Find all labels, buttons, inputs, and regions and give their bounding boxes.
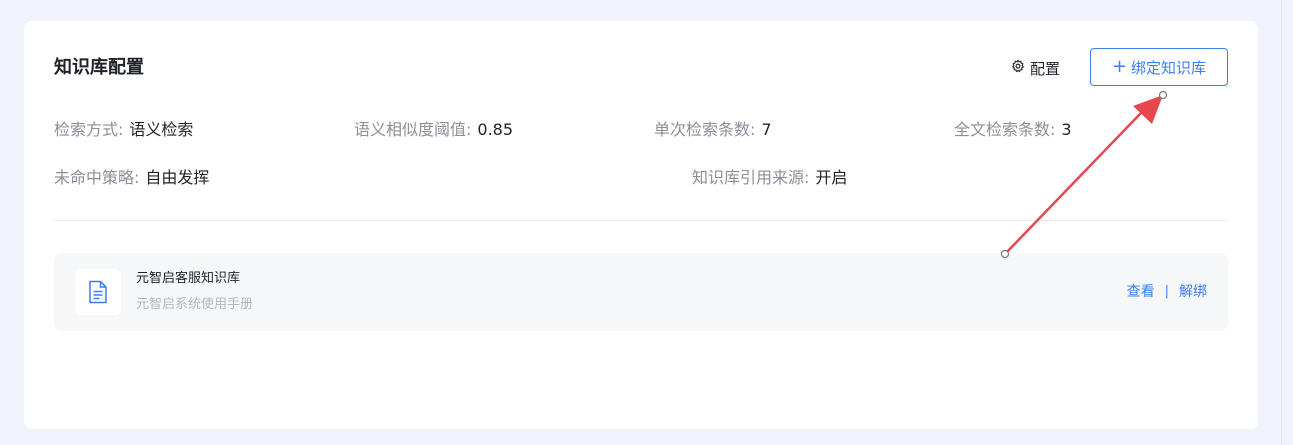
miss-strategy-field: 未命中策略: 自由发挥 — [54, 167, 209, 189]
fulltext-retrieval-count-label: 全文检索条数: — [954, 120, 1056, 139]
gear-icon — [1011, 59, 1025, 77]
plus-icon: + — [1111, 56, 1128, 77]
knowledge-base-config-card: 知识库配置 配置 + 绑定知识库 检索方式: 语义检索 语义相似度阈值: 0.85 … — [24, 21, 1258, 429]
similarity-threshold-field: 语义相似度阈值: 0.85 — [354, 119, 513, 141]
knowledge-base-description: 元智启系统使用手册 — [136, 297, 254, 312]
config-button-label: 配置 — [1030, 59, 1061, 78]
knowledge-base-list-item: 元智启客服知识库 元智启系统使用手册 查看 | 解绑 — [54, 253, 1228, 331]
unbind-button[interactable]: 解绑 — [1179, 282, 1207, 302]
bind-button-label: 绑定知识库 — [1131, 58, 1207, 77]
citation-source-value: 开启 — [815, 168, 848, 187]
similarity-threshold-value: 0.85 — [477, 120, 514, 139]
retrieval-mode-value: 语义检索 — [129, 120, 194, 139]
fulltext-retrieval-count-field: 全文检索条数: 3 — [954, 119, 1072, 141]
section-title: 知识库配置 — [54, 57, 144, 78]
single-retrieval-count-label: 单次检索条数: — [654, 120, 756, 139]
retrieval-mode-label: 检索方式: — [54, 120, 124, 139]
single-retrieval-count-value: 7 — [761, 120, 772, 139]
knowledge-base-name: 元智启客服知识库 — [136, 271, 241, 286]
citation-source-label: 知识库引用来源: — [692, 168, 810, 187]
bind-knowledge-base-button[interactable]: + 绑定知识库 — [1090, 48, 1228, 86]
retrieval-mode-field: 检索方式: 语义检索 — [54, 119, 193, 141]
similarity-threshold-label: 语义相似度阈值: — [354, 120, 472, 139]
document-icon — [75, 269, 121, 315]
miss-strategy-value: 自由发挥 — [145, 168, 210, 187]
miss-strategy-label: 未命中策略: — [54, 168, 140, 187]
view-button[interactable]: 查看 — [1127, 282, 1155, 302]
config-button[interactable]: 配置 — [1011, 57, 1060, 79]
page-scrollbar-track[interactable] — [1281, 0, 1293, 445]
section-divider — [54, 220, 1228, 221]
citation-source-field: 知识库引用来源: 开启 — [692, 167, 847, 189]
fulltext-retrieval-count-value: 3 — [1061, 120, 1072, 139]
knowledge-base-actions: 查看 | 解绑 — [1127, 282, 1207, 302]
single-retrieval-count-field: 单次检索条数: 7 — [654, 119, 772, 141]
action-separator: | — [1164, 284, 1169, 299]
